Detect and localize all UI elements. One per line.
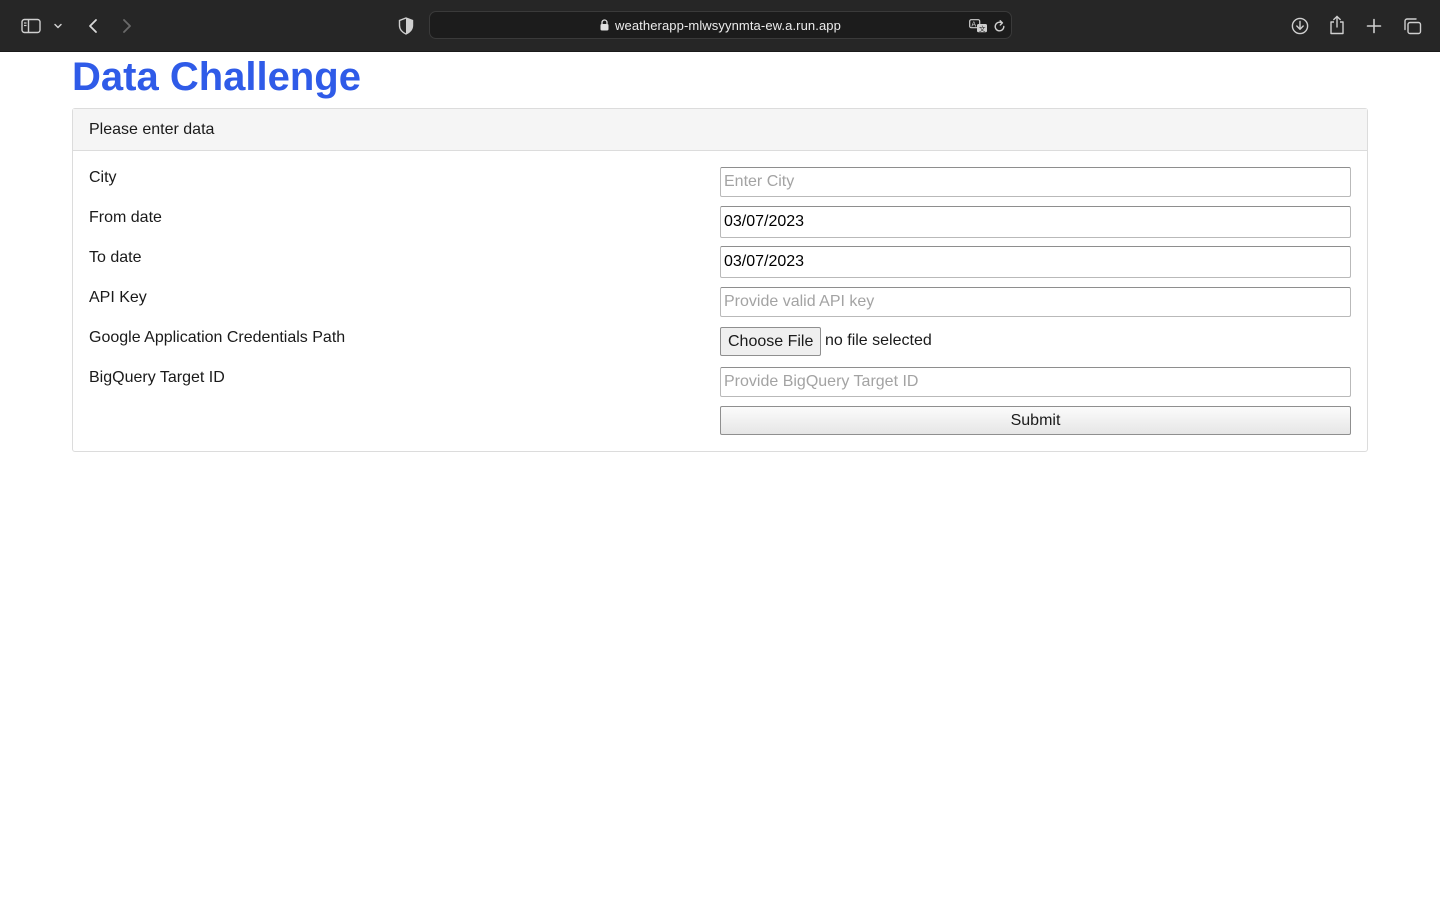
submit-button[interactable]: Submit bbox=[720, 406, 1351, 435]
api-key-label: API Key bbox=[89, 289, 147, 306]
download-icon[interactable] bbox=[1290, 16, 1310, 36]
new-tab-icon[interactable] bbox=[1364, 16, 1384, 36]
choose-file-button[interactable]: Choose File bbox=[720, 327, 822, 356]
from-date-label: From date bbox=[89, 209, 162, 226]
svg-text:文: 文 bbox=[979, 23, 986, 32]
city-input[interactable] bbox=[720, 167, 1351, 197]
api-key-input[interactable] bbox=[720, 287, 1351, 317]
to-date-label: To date bbox=[89, 249, 142, 266]
url-text: weatherapp-mlwsyynmta-ew.a.run.app bbox=[615, 18, 841, 33]
bigquery-label: BigQuery Target ID bbox=[89, 369, 225, 386]
address-bar-content: weatherapp-mlwsyynmta-ew.a.run.app bbox=[430, 12, 1011, 40]
file-status: no file selected bbox=[825, 332, 932, 349]
sidebar-toggle-icon[interactable] bbox=[20, 16, 42, 36]
page-title: Data Challenge bbox=[72, 55, 361, 99]
card-header: Please enter data bbox=[73, 109, 1367, 151]
privacy-shield-icon[interactable] bbox=[396, 16, 416, 36]
share-icon[interactable] bbox=[1327, 14, 1347, 36]
chevron-down-icon[interactable] bbox=[52, 20, 64, 32]
data-form-card: Please enter data City From date To date… bbox=[72, 108, 1368, 452]
to-date-input[interactable] bbox=[720, 246, 1351, 278]
address-bar[interactable]: weatherapp-mlwsyynmta-ew.a.run.app A文 bbox=[429, 11, 1012, 39]
bigquery-input[interactable] bbox=[720, 367, 1351, 397]
city-label: City bbox=[89, 169, 117, 186]
browser-toolbar: weatherapp-mlwsyynmta-ew.a.run.app A文 bbox=[0, 0, 1440, 52]
from-date-input[interactable] bbox=[720, 206, 1351, 238]
forward-icon[interactable] bbox=[118, 16, 136, 36]
translate-icon[interactable]: A文 bbox=[968, 17, 988, 34]
lock-icon bbox=[600, 13, 609, 41]
credentials-label: Google Application Credentials Path bbox=[89, 329, 346, 346]
svg-text:A: A bbox=[971, 20, 976, 28]
back-icon[interactable] bbox=[84, 16, 102, 36]
tab-overview-icon[interactable] bbox=[1401, 16, 1423, 36]
reload-icon[interactable] bbox=[991, 18, 1007, 34]
